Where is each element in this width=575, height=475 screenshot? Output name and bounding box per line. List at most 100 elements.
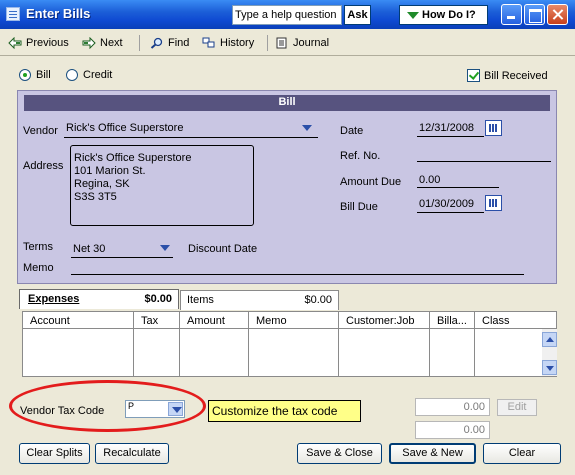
history-button[interactable]: History bbox=[202, 34, 254, 52]
amount-due-underline bbox=[417, 187, 499, 188]
ref-no-underline bbox=[417, 161, 551, 162]
how-do-i-label: How Do I? bbox=[422, 9, 476, 21]
address-box[interactable]: Rick's Office Superstore 101 Marion St. … bbox=[70, 145, 254, 226]
total-field-2: 0.00 bbox=[415, 421, 490, 439]
clear-button[interactable]: Clear bbox=[483, 443, 561, 464]
tab-expenses-label: Expenses bbox=[28, 293, 80, 305]
bill-due-label: Bill Due bbox=[340, 201, 378, 213]
journal-icon bbox=[275, 37, 289, 49]
address-label: Address bbox=[23, 160, 64, 172]
ref-no-label: Ref. No. bbox=[340, 150, 381, 162]
amount-due-field[interactable]: 0.00 bbox=[419, 174, 440, 186]
column-tax[interactable]: Tax bbox=[134, 312, 180, 376]
scroll-down-icon[interactable] bbox=[542, 360, 557, 375]
tab-items-amount: $0.00 bbox=[304, 294, 332, 306]
address-line: Regina, SK bbox=[74, 178, 130, 190]
scroll-up-icon[interactable] bbox=[542, 332, 557, 347]
save-new-button[interactable]: Save & New bbox=[389, 443, 476, 464]
column-header-memo: Memo bbox=[256, 315, 287, 327]
address-line: S3S 3T5 bbox=[74, 191, 117, 203]
amount-due-label: Amount Due bbox=[340, 176, 402, 188]
date-label: Date bbox=[340, 125, 364, 137]
column-header-class: Class bbox=[482, 315, 510, 327]
bill-header: Bill bbox=[24, 95, 550, 111]
ask-button[interactable]: Ask bbox=[344, 5, 371, 25]
column-billable[interactable]: Billa... bbox=[430, 312, 475, 376]
column-header-billable: Billa... bbox=[437, 315, 467, 327]
expenses-grid[interactable]: Account Tax Amount Memo Customer:Job Bil… bbox=[22, 311, 557, 377]
chevron-down-icon bbox=[407, 12, 419, 19]
date-underline bbox=[417, 136, 484, 137]
find-label: Find bbox=[168, 37, 190, 49]
save-close-button[interactable]: Save & Close bbox=[297, 443, 382, 464]
terms-label: Terms bbox=[23, 241, 53, 253]
vendor-dropdown-icon[interactable] bbox=[299, 120, 314, 135]
recalculate-button[interactable]: Recalculate bbox=[95, 443, 169, 464]
memo-field[interactable] bbox=[71, 274, 524, 275]
toolbar-divider bbox=[139, 35, 140, 51]
bill-radio-label: Bill bbox=[36, 69, 51, 81]
tab-expenses-amount: $0.00 bbox=[144, 293, 172, 305]
find-button[interactable]: Find bbox=[150, 34, 189, 52]
terms-field[interactable]: Net 30 bbox=[73, 243, 105, 255]
title-bar: Enter Bills Type a help question Ask How… bbox=[0, 0, 575, 29]
next-label: Next bbox=[100, 37, 123, 49]
bill-icon bbox=[6, 7, 20, 21]
next-button[interactable]: Next bbox=[82, 34, 123, 52]
maximize-button[interactable] bbox=[524, 4, 545, 25]
column-amount[interactable]: Amount bbox=[180, 312, 249, 376]
toolbar-divider bbox=[267, 35, 268, 51]
column-memo[interactable]: Memo bbox=[249, 312, 339, 376]
memo-label: Memo bbox=[23, 262, 54, 274]
find-icon bbox=[150, 37, 164, 49]
clear-splits-button[interactable]: Clear Splits bbox=[19, 443, 90, 464]
toolbar: Previous Next Find History Journal bbox=[0, 29, 575, 56]
terms-underline bbox=[71, 257, 173, 258]
address-line: 101 Marion St. bbox=[74, 165, 146, 177]
close-button[interactable] bbox=[547, 4, 568, 25]
tax-code-callout: Customize the tax code bbox=[208, 400, 361, 422]
journal-label: Journal bbox=[293, 37, 330, 49]
next-icon bbox=[82, 36, 96, 50]
tab-items[interactable]: Items $0.00 bbox=[180, 290, 339, 310]
grid-scrollbar[interactable] bbox=[542, 329, 557, 376]
date-field[interactable]: 12/31/2008 bbox=[419, 122, 474, 134]
history-icon bbox=[202, 37, 216, 49]
column-customer-job[interactable]: Customer:Job bbox=[339, 312, 430, 376]
history-label: History bbox=[220, 37, 255, 49]
previous-label: Previous bbox=[26, 37, 69, 49]
credit-radio[interactable] bbox=[66, 69, 78, 81]
vendor-underline bbox=[64, 137, 318, 138]
edit-button[interactable]: Edit bbox=[497, 399, 537, 416]
column-header-account: Account bbox=[30, 315, 70, 327]
credit-radio-label: Credit bbox=[83, 69, 113, 81]
vendor-field[interactable]: Rick's Office Superstore bbox=[66, 122, 183, 134]
date-calendar-icon[interactable] bbox=[485, 120, 502, 136]
terms-dropdown-icon[interactable] bbox=[157, 240, 172, 255]
vendor-label: Vendor bbox=[23, 125, 58, 137]
minimize-button[interactable] bbox=[501, 4, 522, 25]
bill-due-underline bbox=[417, 212, 484, 213]
total-field-1: 0.00 bbox=[415, 398, 490, 416]
tab-items-label: Items bbox=[187, 294, 214, 306]
bill-due-calendar-icon[interactable] bbox=[485, 195, 502, 211]
column-header-tax: Tax bbox=[141, 315, 159, 327]
column-account[interactable]: Account bbox=[23, 312, 134, 376]
how-do-i-button[interactable]: How Do I? bbox=[399, 5, 488, 25]
journal-button[interactable]: Journal bbox=[275, 34, 329, 52]
bill-radio[interactable] bbox=[19, 69, 31, 81]
previous-icon bbox=[8, 36, 22, 50]
discount-date-label: Discount Date bbox=[188, 243, 258, 255]
previous-button[interactable]: Previous bbox=[8, 34, 69, 52]
bill-due-field[interactable]: 01/30/2009 bbox=[419, 198, 474, 210]
window-title: Enter Bills bbox=[26, 6, 91, 21]
bill-received-checkbox[interactable] bbox=[467, 69, 480, 82]
column-header-amount: Amount bbox=[187, 315, 225, 327]
column-class[interactable]: Class bbox=[475, 312, 542, 376]
help-question-input[interactable]: Type a help question bbox=[232, 5, 342, 25]
highlight-ellipse bbox=[9, 380, 206, 432]
bill-received-label: Bill Received bbox=[484, 70, 548, 82]
address-line: Rick's Office Superstore bbox=[74, 152, 192, 164]
tab-expenses[interactable]: Expenses $0.00 bbox=[19, 289, 179, 309]
column-header-customer-job: Customer:Job bbox=[346, 315, 415, 327]
